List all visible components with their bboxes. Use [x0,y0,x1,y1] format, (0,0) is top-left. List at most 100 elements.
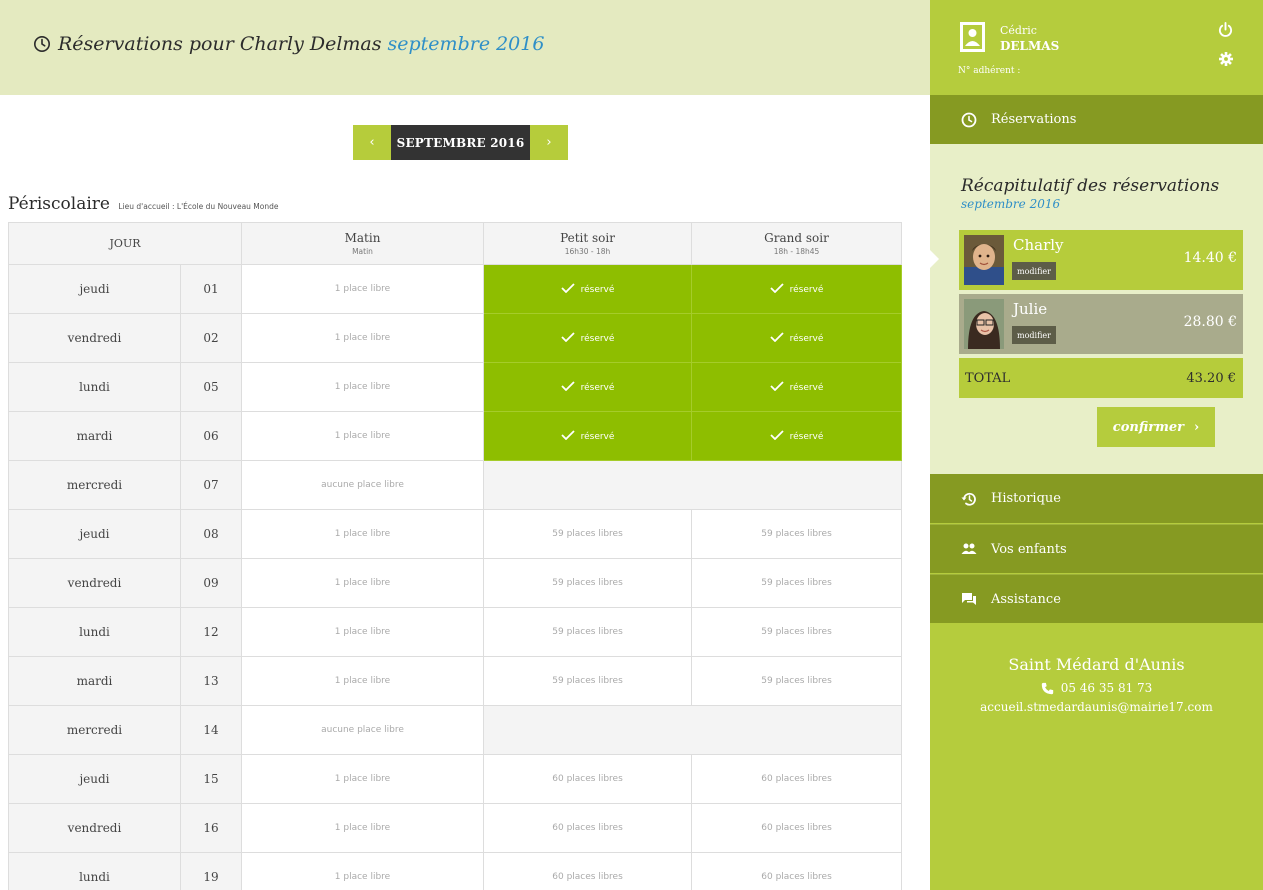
slot-petit-soir[interactable]: 59 places libres [483,656,693,706]
slot-petit-soir[interactable]: 59 places libres [483,509,693,559]
day-number: 15 [179,754,243,804]
header-petit-soir-label: Petit soir [560,231,615,245]
check-icon [560,332,575,342]
child-name: Charly [1013,236,1064,254]
slot-grand-soir[interactable]: réservé [691,411,903,461]
modify-button[interactable]: modifier [1012,326,1056,344]
menu-assistance[interactable]: Assistance [930,574,1263,623]
contact-phone-number: 05 46 35 81 73 [1060,681,1153,695]
menu-historique[interactable]: Historique [930,474,1263,523]
slot-grand-soir[interactable]: réservé [691,313,903,363]
slot-grand-soir[interactable]: 59 places libres [691,656,903,706]
side-panel: Cédric DELMAS N° adhérent : Réservations… [929,0,1263,890]
slot-grand-soir[interactable]: 59 places libres [691,509,903,559]
child-avatar [964,299,1004,349]
confirm-button[interactable]: confirmer › [1097,407,1215,447]
day-name: lundi [8,362,181,412]
slot-petit-soir[interactable]: 59 places libres [483,558,693,608]
day-number: 13 [179,656,243,706]
table-row: mercredi 07 aucune place libre [8,460,903,510]
slot-matin[interactable]: 1 place libre [241,803,485,853]
table-row: jeudi 08 1 place libre 59 places libres 59 p… [8,509,903,559]
title-month: septembre 2016 [387,33,545,55]
slot-grand-soir[interactable]: 60 places libres [691,852,903,890]
table-row: jeudi 01 1 place libre réservé réservé [8,264,903,314]
header-petit-soir: Petit soir 16h30 - 18h [483,222,693,265]
slot-matin[interactable]: aucune place libre [241,705,485,755]
contact-email[interactable]: accueil.stmedardaunis@mairie17.com [930,700,1263,714]
slot-petit-soir[interactable]: 59 places libres [483,607,693,657]
slot-matin[interactable]: 1 place libre [241,607,485,657]
slot-grand-soir[interactable]: 59 places libres [691,607,903,657]
user-last-name: DELMAS [1000,39,1060,53]
slot-petit-soir[interactable]: réservé [483,313,693,363]
slot-label: réservé [580,383,615,393]
day-name: jeudi [8,509,181,559]
recap-child-row: Julie modifier 28.80 € [959,294,1243,354]
slot-label: 60 places libres [552,774,623,784]
day-number: 05 [179,362,243,412]
slot-label: 59 places libres [552,627,623,637]
clock-icon [961,112,977,127]
menu-reservations[interactable]: Réservations [930,95,1263,144]
day-name: jeudi [8,754,181,804]
day-number: 07 [179,460,243,510]
slot-grand-soir[interactable]: 60 places libres [691,754,903,804]
slot-petit-soir[interactable]: 60 places libres [483,754,693,804]
slot-petit-soir[interactable]: 60 places libres [483,803,693,853]
table-row: lundi 12 1 place libre 59 places libres 59 p… [8,607,903,657]
slot-matin[interactable]: 1 place libre [241,264,485,314]
slot-label: 59 places libres [761,529,832,539]
child-amount: 14.40 € [1183,250,1237,266]
menu-vos-enfants[interactable]: Vos enfants [930,524,1263,573]
slot-label: 60 places libres [761,774,832,784]
slot-matin[interactable]: 1 place libre [241,411,485,461]
child-amount: 28.80 € [1183,314,1237,330]
table-body: jeudi 01 1 place libre réservé réservé vendre… [8,264,903,890]
day-name: mercredi [8,705,181,755]
recap-total-row: TOTAL 43.20 € [959,358,1243,398]
slot-label: réservé [580,432,615,442]
next-month-button[interactable]: › [530,125,568,160]
header-grand-soir-sub: 18h - 18h45 [773,247,820,256]
slot-matin[interactable]: 1 place libre [241,362,485,412]
slot-petit-soir[interactable]: 60 places libres [483,852,693,890]
history-icon [961,492,976,506]
prev-month-button[interactable]: ‹ [353,125,391,160]
recap-pointer [929,249,939,269]
slot-matin[interactable]: 1 place libre [241,313,485,363]
gear-icon[interactable] [1219,52,1233,66]
day-name: mardi [8,411,181,461]
slot-matin[interactable]: 1 place libre [241,852,485,890]
check-icon [560,430,575,440]
slot-closed [483,460,903,510]
day-number: 19 [179,852,243,890]
check-icon [560,381,575,391]
slot-grand-soir[interactable]: réservé [691,362,903,412]
table-row: mercredi 14 aucune place libre [8,705,903,755]
title-text: Réservations pour Charly Delmas [58,33,382,55]
power-icon[interactable] [1218,22,1233,37]
slot-petit-soir[interactable]: réservé [483,411,693,461]
reservation-table: JOUR Matin Matin Petit soir 16h30 - 18h … [7,222,903,890]
slot-petit-soir[interactable]: réservé [483,362,693,412]
slot-matin[interactable]: 1 place libre [241,509,485,559]
check-icon [769,381,784,391]
modify-button[interactable]: modifier [1012,262,1056,280]
slot-matin[interactable]: 1 place libre [241,754,485,804]
slot-petit-soir[interactable]: réservé [483,264,693,314]
slot-label: 59 places libres [761,676,832,686]
day-number: 14 [179,705,243,755]
month-navigator: ‹ SEPTEMBRE 2016 › [353,125,568,160]
section-place: Lieu d'accueil : L'École du Nouveau Mond… [118,202,279,211]
day-name: vendredi [8,558,181,608]
slot-matin[interactable]: 1 place libre [241,656,485,706]
chevron-right-icon: › [1194,419,1200,435]
slot-grand-soir[interactable]: 60 places libres [691,803,903,853]
slot-grand-soir[interactable]: 59 places libres [691,558,903,608]
table-row: jeudi 15 1 place libre 60 places libres 60 p… [8,754,903,804]
slot-grand-soir[interactable]: réservé [691,264,903,314]
slot-matin[interactable]: 1 place libre [241,558,485,608]
day-name: vendredi [8,803,181,853]
slot-matin[interactable]: aucune place libre [241,460,485,510]
